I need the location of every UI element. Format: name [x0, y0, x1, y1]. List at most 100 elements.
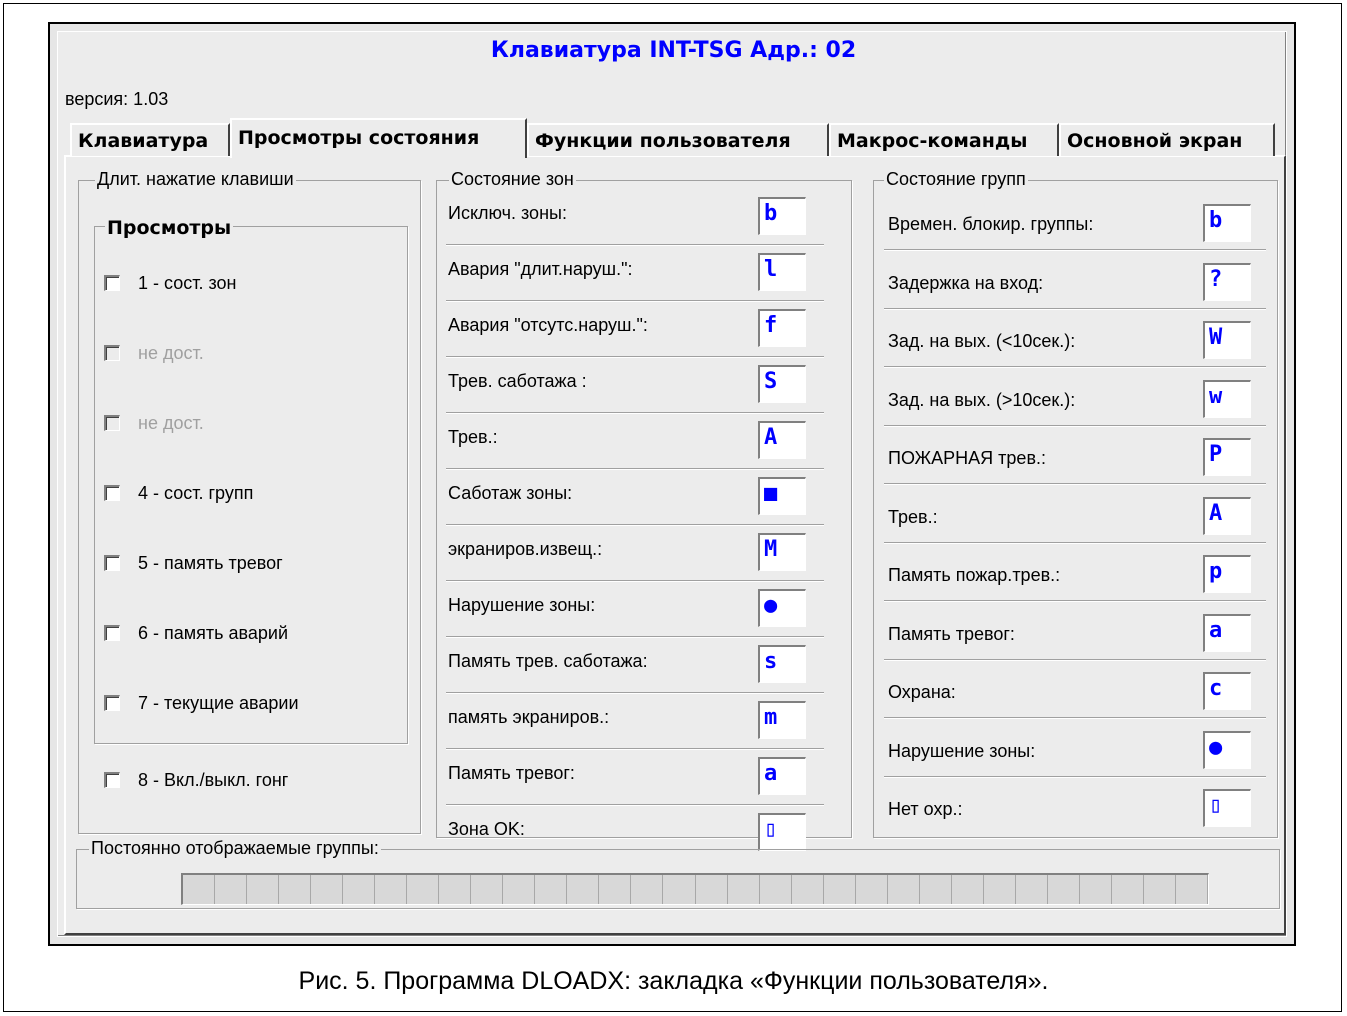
- zone-symbol-field[interactable]: ▯: [758, 813, 806, 851]
- group-symbol-field[interactable]: ▯: [1203, 789, 1251, 827]
- group-cell[interactable]: [1144, 875, 1176, 904]
- checkbox-label: не дост.: [138, 342, 204, 363]
- row-divider: [446, 412, 824, 414]
- tab-user-functions[interactable]: Функции пользователя: [527, 123, 829, 156]
- zone-row-label: Трев. саботажа :: [448, 371, 587, 391]
- group-cell[interactable]: [1176, 875, 1208, 904]
- group-cell[interactable]: [984, 875, 1016, 904]
- zone-symbol-field[interactable]: ●: [758, 589, 806, 627]
- group-cell[interactable]: [407, 875, 440, 904]
- checkbox-label: 5 - память тревог: [138, 552, 283, 573]
- zone-symbol-field[interactable]: m: [758, 701, 806, 739]
- permanent-groups-bar[interactable]: [181, 873, 1209, 905]
- zone-symbol-field[interactable]: A: [758, 421, 806, 459]
- zone-symbol-field[interactable]: s: [758, 645, 806, 683]
- zone-symbol-field[interactable]: a: [758, 757, 806, 795]
- group-cell[interactable]: [183, 875, 216, 904]
- zone-symbol-field[interactable]: l: [758, 253, 806, 291]
- group-row-label: Зад. на вых. (>10сек.):: [888, 389, 1076, 410]
- group-cell[interactable]: [1016, 875, 1048, 904]
- view-checkbox-5[interactable]: 5 - память тревог: [104, 552, 283, 574]
- checkbox[interactable]: [104, 555, 120, 571]
- checkbox[interactable]: [104, 275, 120, 291]
- group-symbol-field[interactable]: W: [1203, 321, 1251, 359]
- group-cell[interactable]: [856, 875, 888, 904]
- group-cell[interactable]: [375, 875, 408, 904]
- figure-caption: Рис. 5. Программа DLOADX: закладка «Функ…: [298, 967, 1049, 995]
- row-divider: [446, 300, 824, 302]
- zone-symbol-field[interactable]: b: [758, 197, 806, 235]
- zone-row-label: Авария "длит.наруш.":: [448, 259, 633, 279]
- checkbox-label: не дост.: [138, 412, 204, 433]
- group-symbol-field[interactable]: a: [1203, 613, 1251, 652]
- group-cell[interactable]: [728, 875, 760, 904]
- group-cell[interactable]: [215, 875, 248, 904]
- row-divider: [884, 366, 1266, 368]
- row-divider: [884, 717, 1266, 719]
- zone-row-label: Память трев. саботажа:: [448, 651, 648, 671]
- group-cell[interactable]: [760, 875, 792, 904]
- tab-keypad[interactable]: Клавиатура: [70, 123, 230, 156]
- group-symbol-field[interactable]: p: [1203, 555, 1251, 593]
- group-cell[interactable]: [343, 875, 376, 904]
- group-symbol-field[interactable]: ●: [1203, 730, 1251, 769]
- row-divider: [446, 748, 824, 750]
- view-checkbox-4[interactable]: 4 - сост. групп: [104, 482, 253, 504]
- group-cell[interactable]: [631, 875, 664, 904]
- group-cell[interactable]: [792, 875, 824, 904]
- zone-symbol-field[interactable]: M: [758, 533, 806, 571]
- checkbox[interactable]: [104, 485, 120, 501]
- permanent-groups-legend: Постоянно отображаемые группы:: [89, 838, 381, 859]
- row-divider: [884, 307, 1266, 310]
- group-symbol-field[interactable]: c: [1203, 672, 1251, 710]
- group-cell[interactable]: [535, 875, 568, 904]
- checkbox[interactable]: [104, 772, 120, 788]
- group-cell[interactable]: [1080, 875, 1112, 904]
- group-cell[interactable]: [567, 875, 600, 904]
- group-cell[interactable]: [824, 875, 856, 904]
- group-symbol-field[interactable]: A: [1203, 496, 1251, 535]
- group-cell[interactable]: [888, 875, 920, 904]
- group-cell[interactable]: [696, 875, 728, 904]
- group-cell[interactable]: [663, 875, 696, 904]
- group-cell[interactable]: [1112, 875, 1144, 904]
- checkbox[interactable]: [104, 625, 120, 641]
- group-cell[interactable]: [920, 875, 952, 904]
- row-divider: [446, 356, 824, 358]
- tab-macro-commands[interactable]: Макрос-команды: [829, 123, 1059, 156]
- view-checkbox-7[interactable]: 7 - текущие аварии: [104, 692, 299, 714]
- zone-symbol-field[interactable]: f: [758, 309, 806, 347]
- zone-symbol-field[interactable]: ■: [758, 477, 806, 515]
- group-cell[interactable]: [471, 875, 504, 904]
- checkbox[interactable]: [104, 695, 120, 711]
- group-cell[interactable]: [1048, 875, 1080, 904]
- row-divider: [446, 636, 824, 638]
- group-symbol-field[interactable]: ?: [1203, 262, 1251, 301]
- group-symbol-field[interactable]: b: [1203, 204, 1251, 242]
- tab-status-views[interactable]: Просмотры состояния: [230, 118, 527, 158]
- group-cell[interactable]: [503, 875, 536, 904]
- group-cell[interactable]: [599, 875, 632, 904]
- row-divider: [446, 692, 824, 694]
- row-divider: [884, 541, 1266, 544]
- tab-main-screen[interactable]: Основной экран: [1059, 123, 1275, 156]
- chime-checkbox[interactable]: 8 - Вкл./выкл. гонг: [104, 769, 288, 791]
- group-symbol-field[interactable]: P: [1203, 438, 1251, 476]
- group-symbol-field[interactable]: w: [1203, 379, 1251, 418]
- window-title: Клавиатура INT-TSG Адр.: 02: [490, 38, 857, 63]
- view-checkbox-6[interactable]: 6 - память аварий: [104, 622, 288, 644]
- group-row-label: Зад. на вых. (<10сек.):: [888, 331, 1076, 351]
- view-checkbox-1[interactable]: 1 - сост. зон: [104, 272, 236, 294]
- row-divider: [884, 483, 1266, 485]
- group-cell[interactable]: [279, 875, 312, 904]
- group-cell[interactable]: [247, 875, 280, 904]
- checkbox-label: 8 - Вкл./выкл. гонг: [138, 769, 289, 790]
- zone-row-label: Саботаж зоны:: [448, 483, 573, 503]
- group-row-label: Память тревог:: [888, 623, 1015, 644]
- row-divider: [446, 468, 824, 470]
- group-cell[interactable]: [439, 875, 472, 904]
- zone-symbol-field[interactable]: S: [758, 365, 806, 403]
- row-divider: [884, 658, 1266, 661]
- group-cell[interactable]: [311, 875, 344, 904]
- group-cell[interactable]: [952, 875, 984, 904]
